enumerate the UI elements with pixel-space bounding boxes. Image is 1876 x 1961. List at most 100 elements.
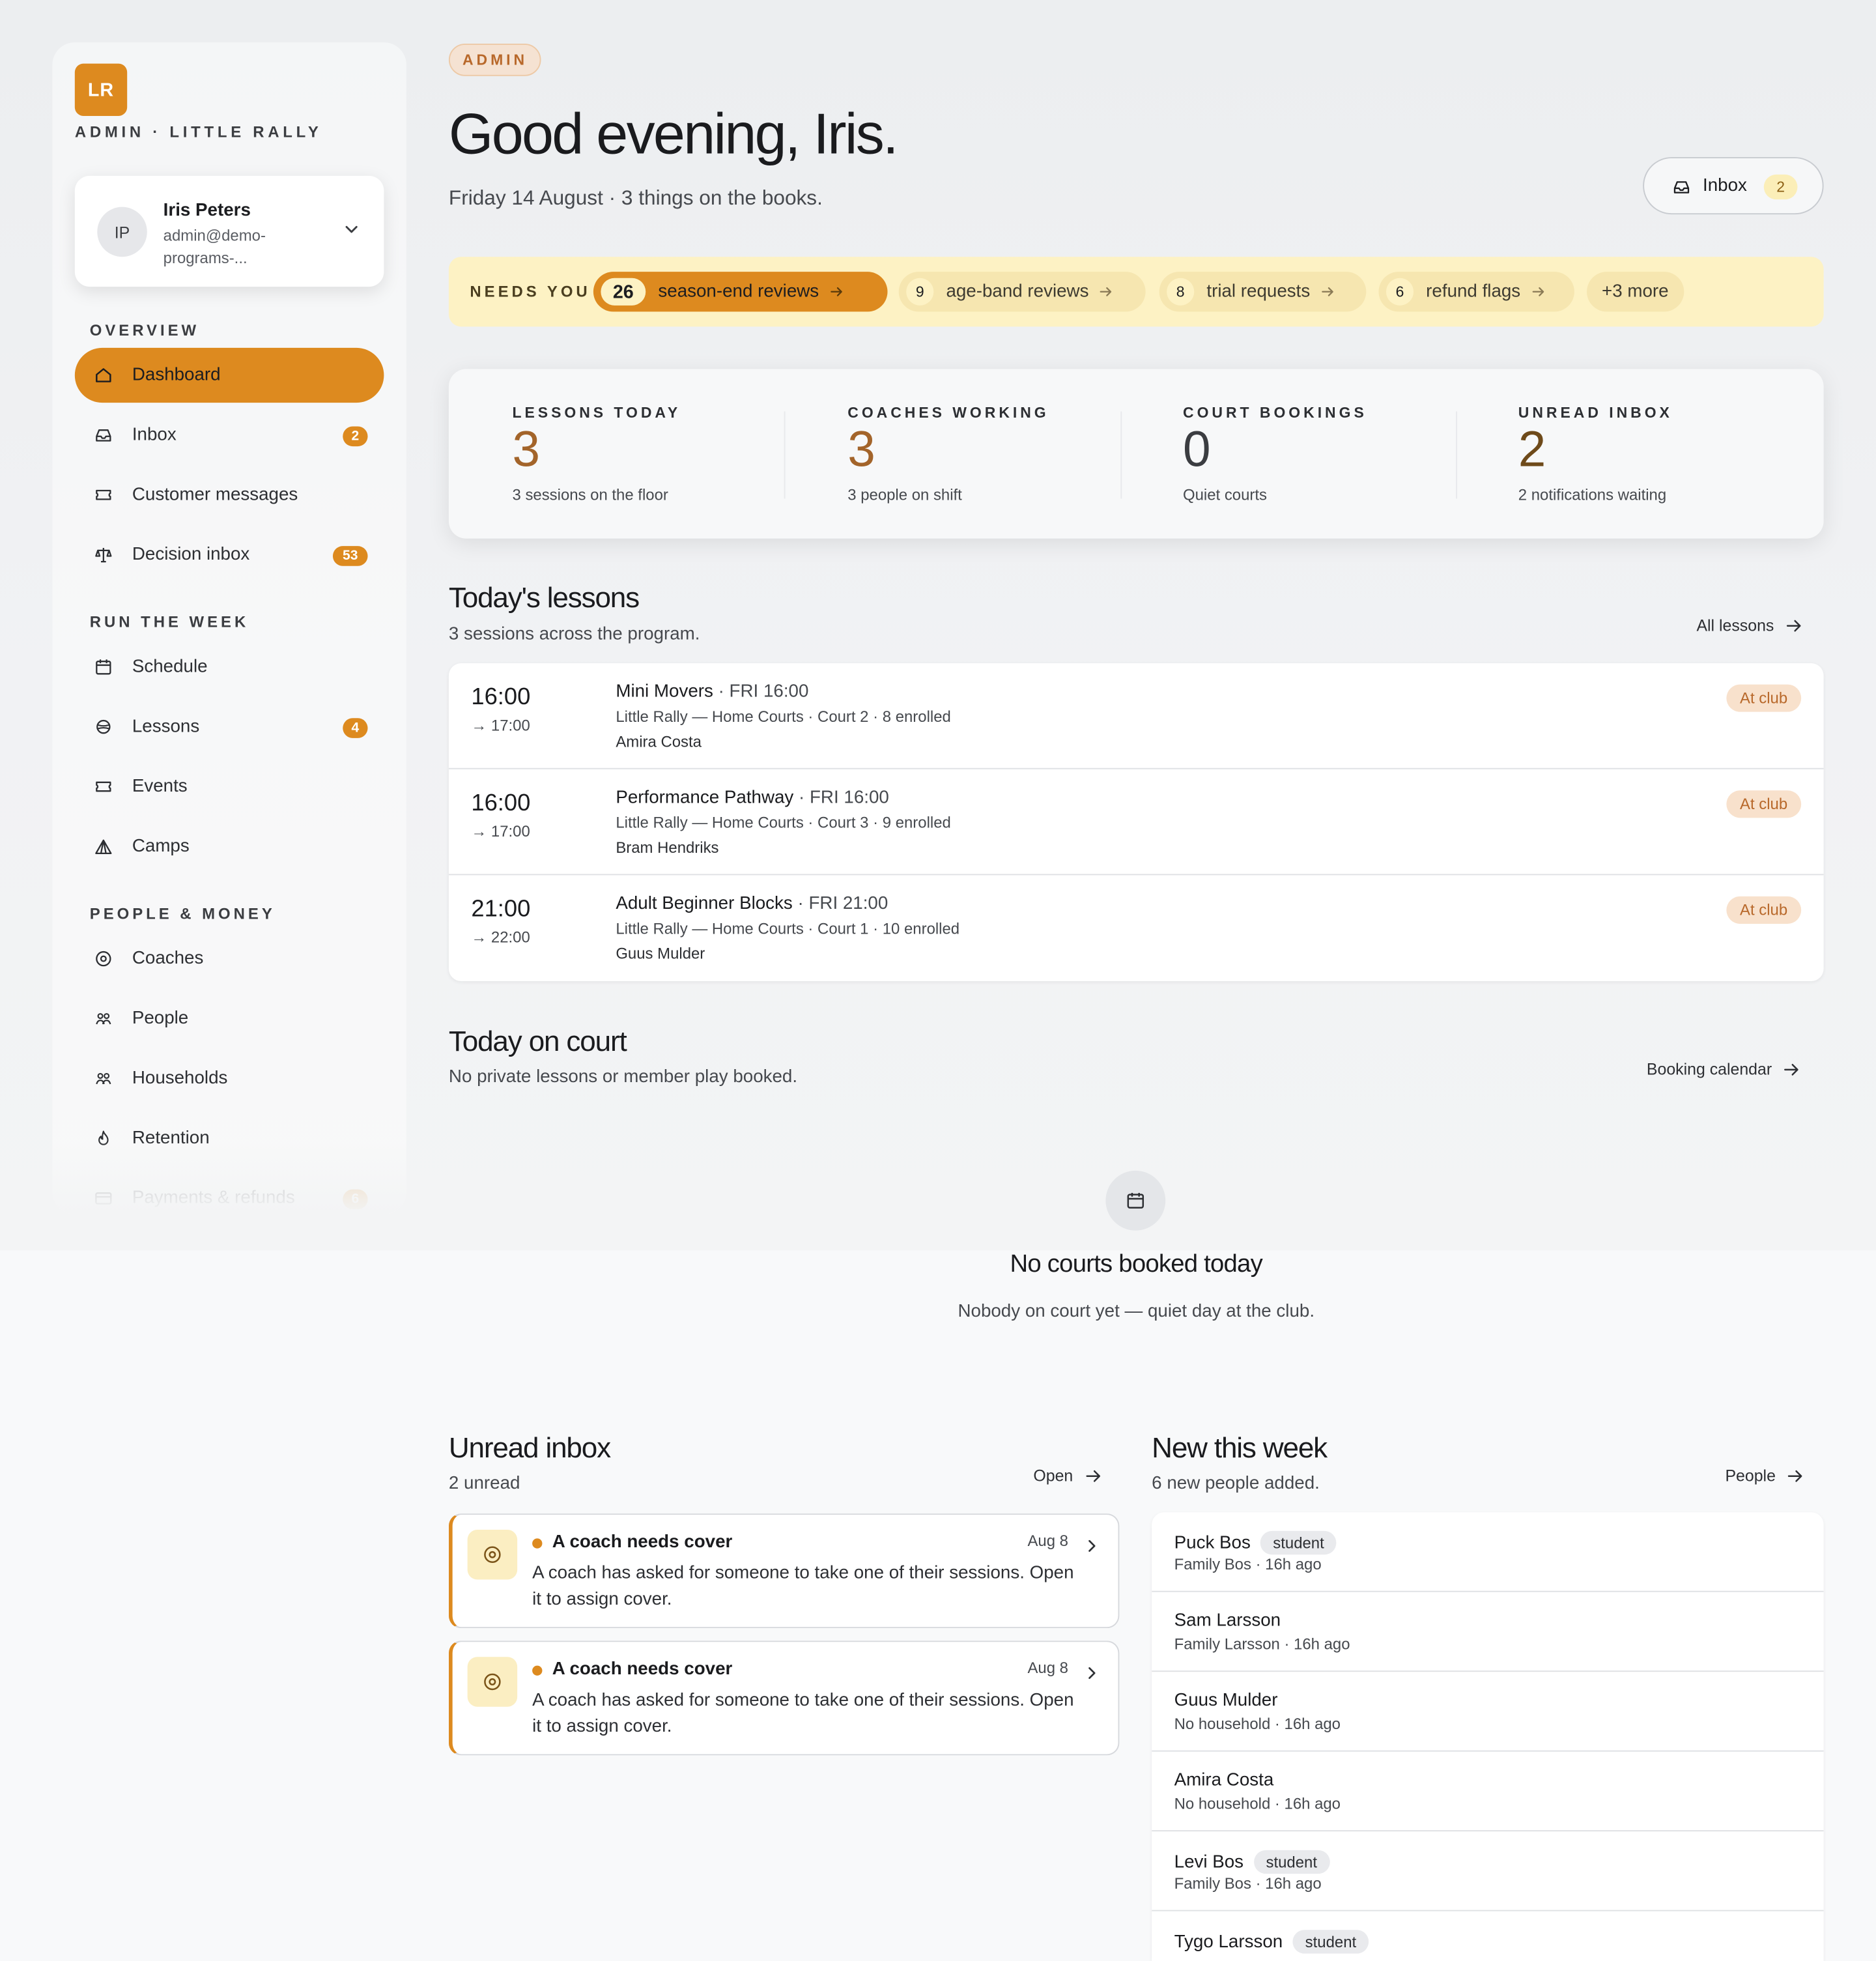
role-tag: student [1292, 1930, 1369, 1954]
chevron-right-icon [1088, 1667, 1096, 1680]
brand-logo[interactable]: LR [74, 63, 128, 116]
status-badge: At club [1726, 790, 1802, 818]
sidebar-item-label: Retention [132, 1128, 210, 1149]
list-item[interactable]: Amira Costa No household · 16h ago [1152, 1752, 1824, 1832]
list-item[interactable]: Sam Larsson Family Larsson · 16h ago [1152, 1592, 1824, 1672]
arrow-right-icon [831, 287, 842, 296]
calendar-icon [1127, 1192, 1144, 1209]
sidebar-item-retention[interactable]: Retention [75, 1111, 384, 1166]
ball-icon [96, 719, 111, 734]
sidebar-item-label: Decision inbox [132, 545, 250, 565]
needs-chip-season-end-reviews[interactable]: 26 season-end reviews [593, 272, 888, 312]
lesson-coach: Amira Costa [616, 733, 702, 751]
person-name-line: Puck Bos student [1174, 1530, 1337, 1555]
sidebar-item-dashboard[interactable]: Dashboard [74, 347, 384, 403]
person-name: Puck Bos [1174, 1532, 1251, 1553]
sidebar-item-coaches[interactable]: Coaches [75, 931, 384, 986]
inbox-message[interactable]: A coach needs cover Aug 8 A coach has as… [448, 1513, 1120, 1629]
new-week-section-subtitle: 6 new people added. [1152, 1473, 1320, 1494]
lesson-row[interactable]: 16:00 → 17:00 Performance Pathway · FRI … [448, 769, 1824, 876]
chip-label: age-band reviews [946, 281, 1089, 302]
stat-label: UNREAD INBOX [1518, 404, 1673, 422]
stat-label: LESSONS TODAY [512, 404, 681, 422]
needs-more-chip[interactable]: +3 more [1587, 272, 1684, 312]
lesson-meta: Little Rally — Home Courts · Court 2 · 8… [616, 708, 951, 726]
list-item[interactable]: Puck Bos student Family Bos · 16h ago [1152, 1512, 1824, 1592]
needs-chip-trial-requests[interactable]: 8 trial requests [1159, 272, 1367, 312]
arrow-right-icon [1322, 287, 1333, 296]
sidebar-item-lessons[interactable]: Lessons 4 [75, 700, 384, 754]
calendar-icon [96, 659, 111, 675]
sidebar-item-camps[interactable]: Camps [75, 819, 384, 874]
stat-value: 0 [1183, 422, 1211, 478]
sidebar-item-label: People [132, 1009, 189, 1029]
inbox-message[interactable]: A coach needs cover Aug 8 A coach has as… [448, 1640, 1120, 1756]
message-title: A coach needs cover [552, 1532, 733, 1553]
person-name-line: Levi Bos student [1174, 1850, 1330, 1874]
count-badge: 53 [332, 546, 368, 566]
unread-dot [532, 1665, 543, 1676]
sidebar-item-label: Households [132, 1068, 228, 1089]
sidebar-item-people[interactable]: People [75, 991, 384, 1046]
court-section-title: Today on court [448, 1024, 627, 1057]
open-inbox-link[interactable]: Open [1033, 1466, 1101, 1485]
brand-text: ADMIN · LITTLE RALLY [74, 123, 322, 141]
person-name: Sam Larsson [1174, 1610, 1281, 1631]
lesson-row[interactable]: 21:00 → 22:00 Adult Beginner Blocks · FR… [449, 875, 1824, 981]
account-switcher[interactable]: IP Iris Peters admin@demo-programs-... [74, 175, 384, 287]
list-item[interactable]: Tygo Larsson student [1152, 1911, 1823, 1961]
person-sub: Family Larsson · 16h ago [1174, 1635, 1350, 1653]
chevron-down-icon [345, 225, 358, 233]
link-label: Open [1033, 1466, 1073, 1485]
lesson-row[interactable]: 16:00 → 17:00 Mini Movers · FRI 16:00 Li… [448, 663, 1824, 769]
ticket-icon [96, 489, 111, 500]
sidebar-item-label: Camps [132, 837, 190, 857]
message-title: A coach needs cover [552, 1659, 733, 1680]
chevron-right-icon [1088, 1539, 1096, 1552]
chip-label: season-end reviews [658, 281, 819, 302]
sidebar-item-events[interactable]: Events [75, 759, 384, 814]
inbox-section-subtitle: 2 unread [448, 1473, 520, 1494]
needs-chip-age-band-reviews[interactable]: 9 age-band reviews [898, 272, 1146, 312]
all-lessons-link[interactable]: All lessons [1696, 616, 1802, 635]
sidebar-item-inbox[interactable]: Inbox 2 [75, 408, 384, 463]
lesson-start-time: 16:00 [471, 684, 531, 711]
person-name-line: Sam Larsson [1174, 1610, 1281, 1631]
court-section-subtitle: No private lessons or member play booked… [448, 1067, 798, 1087]
sidebar-item-label: Inbox [132, 425, 177, 446]
count-badge: 4 [343, 718, 368, 738]
empty-state-badge [1105, 1170, 1166, 1231]
sidebar-item-label: Schedule [132, 657, 208, 678]
sidebar-item-customer-messages[interactable]: Customer messages [75, 468, 384, 522]
booking-calendar-link[interactable]: Booking calendar [1647, 1060, 1800, 1078]
person-name: Guus Mulder [1174, 1690, 1278, 1711]
sidebar-item-households[interactable]: Households [75, 1051, 384, 1106]
stats-card: LESSONS TODAY 3 3 sessions on the floor … [448, 369, 1824, 539]
sidebar-item-decision-inbox[interactable]: Decision inbox 53 [75, 527, 384, 582]
message-body: A coach has asked for someone to take on… [532, 1690, 1074, 1737]
lesson-end-time: → 22:00 [471, 928, 530, 947]
person-name-line: Tygo Larsson student [1174, 1930, 1369, 1954]
lesson-start-time: 16:00 [471, 790, 531, 817]
needs-chip-refund-flags[interactable]: 6 refund flags [1378, 272, 1574, 312]
person-name: Tygo Larsson [1174, 1932, 1283, 1952]
dashboard-page: LR ADMIN · LITTLE RALLY IP Iris Peters a… [0, 0, 1876, 1961]
sidebar-item-payments-refunds[interactable]: Payments & refunds 6 [75, 1171, 384, 1214]
card-icon [95, 1192, 112, 1205]
stat-value: 3 [847, 422, 875, 478]
stat-sub: 3 people on shift [847, 486, 962, 504]
lessons-list: 16:00 → 17:00 Mini Movers · FRI 16:00 Li… [448, 663, 1824, 982]
lesson-name: Adult Beginner Blocks [616, 894, 793, 914]
list-item[interactable]: Guus Mulder No household · 16h ago [1152, 1672, 1824, 1752]
sidebar-item-schedule[interactable]: Schedule [75, 640, 384, 694]
message-body: A coach has asked for someone to take on… [532, 1563, 1074, 1610]
inbox-button[interactable]: Inbox 2 [1643, 157, 1824, 215]
lesson-start-time: 21:00 [471, 896, 531, 923]
person-sub: Family Bos · 16h ago [1174, 1875, 1322, 1893]
unread-dot [532, 1538, 543, 1549]
sidebar-item-label: Dashboard [132, 365, 221, 386]
list-item[interactable]: Levi Bos student Family Bos · 16h ago [1152, 1831, 1824, 1911]
people-link[interactable]: People [1725, 1466, 1804, 1485]
sidebar-item-label: Coaches [132, 949, 204, 969]
scale-icon [95, 548, 112, 563]
